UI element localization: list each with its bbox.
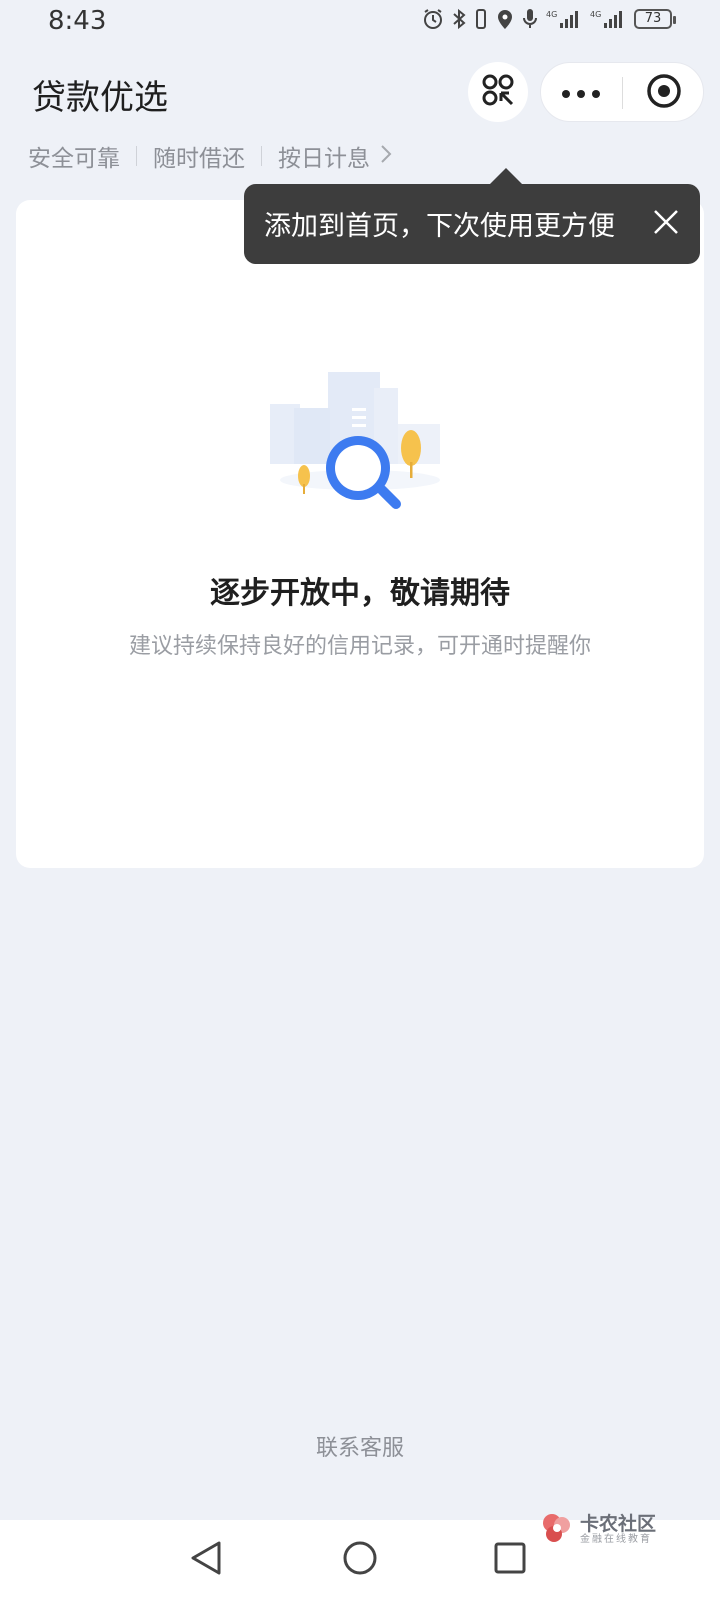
- svg-text:4G: 4G: [546, 10, 557, 19]
- add-to-home-tooltip[interactable]: 添加到首页，下次使用更方便: [244, 184, 700, 264]
- status-time: 8:43: [48, 6, 107, 36]
- mic-icon: [522, 8, 538, 30]
- feature-tags[interactable]: 安全可靠 随时借还 按日计息: [28, 138, 392, 174]
- home-circle-icon: [342, 1540, 378, 1580]
- feature-flexible: 随时借还: [153, 146, 245, 172]
- alarm-icon: [422, 8, 444, 30]
- signal-4g-icon: 4G: [590, 8, 626, 30]
- close-icon: [653, 209, 679, 239]
- page-title: 贷款优选: [32, 78, 168, 118]
- more-button[interactable]: [541, 63, 621, 123]
- nav-back-button[interactable]: [184, 1538, 228, 1582]
- nav-home-button[interactable]: [338, 1538, 382, 1582]
- empty-state-title: 逐步开放中，敬请期待: [210, 576, 510, 611]
- watermark-subtitle: 金融在线教育: [580, 1534, 652, 1545]
- feature-separator: [136, 146, 137, 166]
- nav-recents-button[interactable]: [488, 1538, 532, 1582]
- scan-icon: [481, 73, 515, 111]
- location-icon: [496, 8, 514, 30]
- watermark-logo-icon: [540, 1511, 574, 1549]
- search-illustration-icon: [270, 368, 450, 522]
- capsule-menu: [540, 62, 704, 122]
- feature-safe: 安全可靠: [28, 146, 120, 172]
- close-miniprogram-button[interactable]: [623, 63, 705, 123]
- tooltip-text: 添加到首页，下次使用更方便: [264, 211, 615, 242]
- more-dots-icon: [561, 84, 601, 103]
- signal-4g-icon: 4G: [546, 8, 582, 30]
- header: 贷款优选: [0, 56, 720, 128]
- svg-text:4G: 4G: [590, 10, 601, 19]
- watermark: 卡农社区 金融在线教育: [540, 1510, 656, 1550]
- battery-icon: 73: [634, 9, 676, 29]
- vibrate-icon: [474, 8, 488, 30]
- recents-square-icon: [493, 1541, 527, 1579]
- scan-button[interactable]: [468, 62, 528, 122]
- tooltip-arrow: [490, 168, 522, 184]
- bluetooth-icon: [452, 8, 466, 30]
- target-circle-icon: [646, 73, 682, 113]
- feature-separator: [261, 146, 262, 166]
- status-bar: 8:43 4G 4G 73: [0, 0, 720, 44]
- contact-support-link[interactable]: 联系客服: [0, 1430, 720, 1462]
- tooltip-close-button[interactable]: [646, 204, 686, 244]
- empty-state-subtitle: 建议持续保持良好的信用记录，可开通时提醒你: [128, 634, 591, 659]
- feature-daily-interest: 按日计息: [278, 146, 370, 172]
- content-card: 逐步开放中，敬请期待 建议持续保持良好的信用记录，可开通时提醒你: [16, 200, 704, 868]
- chevron-right-icon: [380, 144, 392, 168]
- watermark-text: 卡农社区 金融在线教育: [580, 1514, 656, 1546]
- page: 8:43 4G 4G 73 贷款优选 安全可靠 随时借还 按日计息 逐步开放中，…: [0, 0, 720, 1600]
- back-triangle-icon: [189, 1540, 223, 1580]
- watermark-title: 卡农社区: [580, 1513, 657, 1535]
- status-icons: 4G 4G 73: [422, 8, 676, 30]
